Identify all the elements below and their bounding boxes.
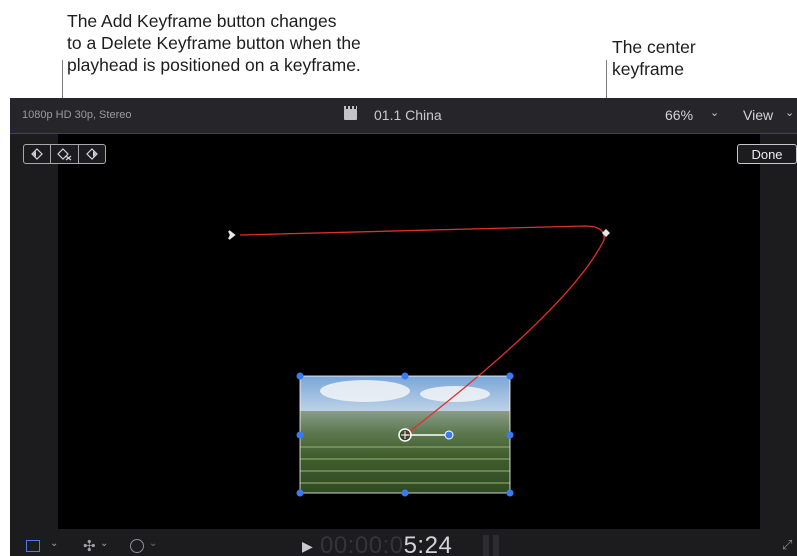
timecode-dim: 00:00:0 [320, 532, 404, 556]
callout-line-2: keyframe [612, 59, 684, 79]
speed-icon[interactable] [130, 539, 144, 553]
chevron-down-icon[interactable]: ⌄ [149, 538, 157, 549]
chevron-down-icon[interactable]: ⌄ [50, 538, 58, 549]
add-keyframe-callout: The Add Keyframe button changes to a Del… [67, 10, 427, 76]
transform-icon[interactable] [26, 540, 40, 552]
enhance-icon[interactable]: ✣ [83, 537, 96, 555]
viewer-panel: 1080p HD 30p, Stereo 01.1 China 66% ⌄ Vi… [10, 98, 797, 556]
viewer-footer: ⌄ ✣ ⌄ ⌄ ▶ 00:00:05:24 ⤢ [10, 529, 797, 556]
callout-line-1: The Add Keyframe button changes [67, 11, 337, 31]
transform-handle [296, 431, 304, 439]
rotation-handle [444, 430, 454, 440]
callout-line-1: The center [612, 37, 696, 57]
timecode-bright: 5:24 [403, 532, 453, 556]
transform-handle [296, 372, 304, 380]
motion-path-overlay [228, 225, 610, 497]
chevron-down-icon[interactable]: ⌄ [100, 538, 108, 549]
transform-handle [401, 489, 409, 497]
callout-line-3: playhead is positioned on a keyframe. [67, 55, 361, 75]
center-keyframe-callout: The center keyframe [612, 36, 742, 80]
audio-meter [493, 535, 499, 556]
transform-handle [506, 431, 514, 439]
timecode-display[interactable]: 00:00:05:24 [320, 532, 452, 556]
fullscreen-icon[interactable]: ⤢ [782, 537, 792, 553]
transform-handle [506, 372, 514, 380]
play-icon[interactable]: ▶ [302, 538, 313, 555]
transform-handle [296, 489, 304, 497]
start-keyframe-marker [228, 230, 236, 240]
audio-meter [483, 535, 489, 556]
transform-handle [401, 372, 409, 380]
callout-line-2: to a Delete Keyframe button when the [67, 33, 361, 53]
motion-path [239, 225, 605, 436]
transform-handle [506, 489, 514, 497]
screenshot-page: The Add Keyframe button changes to a Del… [0, 0, 797, 556]
center-keyframe-marker [602, 229, 610, 237]
